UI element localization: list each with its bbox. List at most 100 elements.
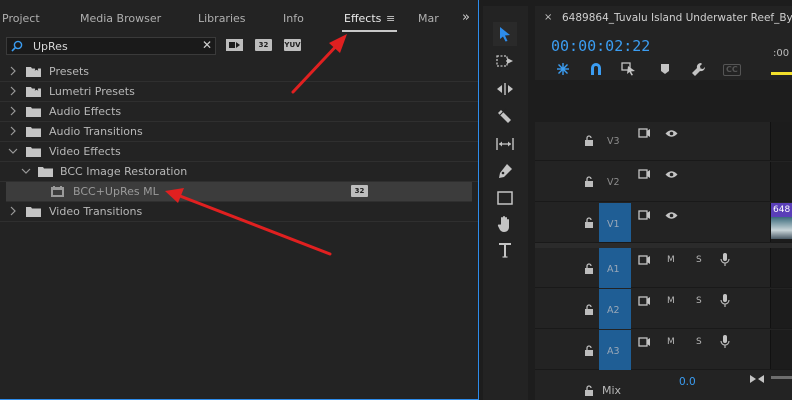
eye-icon[interactable] — [665, 211, 678, 220]
chevron-right-icon[interactable] — [8, 126, 18, 136]
snap-toggle[interactable] — [588, 62, 604, 76]
track-select-tool[interactable] — [493, 49, 517, 73]
track-name-a1[interactable]: A1 — [607, 264, 620, 275]
timeline-panel: × 6489864_Tuvalu Island Underwater Reef_… — [535, 6, 792, 400]
chevron-down-icon[interactable] — [21, 166, 31, 176]
eye-icon[interactable] — [665, 129, 678, 138]
tab-media-browser[interactable]: Media Browser — [80, 12, 161, 25]
lock-icon[interactable] — [584, 176, 594, 187]
tree-item-video-transitions[interactable]: Video Transitions — [0, 202, 478, 222]
sync-lock-icon[interactable] — [638, 296, 651, 306]
mute-button[interactable]: M — [667, 255, 675, 265]
track-a3: A3 M S — [535, 330, 792, 370]
tab-markers[interactable]: Mar — [418, 12, 439, 25]
tree-item-label: Audio Transitions — [49, 125, 143, 138]
playhead-timecode[interactable]: 00:00:02:22 — [551, 37, 650, 55]
microphone-icon[interactable] — [720, 294, 730, 307]
pen-tool[interactable] — [493, 159, 517, 183]
tab-info[interactable]: Info — [283, 12, 304, 25]
track-name-a2[interactable]: A2 — [607, 305, 620, 316]
chevron-right-icon[interactable] — [8, 66, 18, 76]
mix-track-label: Mix — [602, 384, 622, 397]
effects-search-input[interactable] — [33, 38, 193, 54]
marker-icon — [661, 64, 669, 74]
lock-icon[interactable] — [584, 217, 594, 228]
solo-button[interactable]: S — [696, 255, 702, 265]
razor-tool[interactable] — [493, 104, 517, 128]
tree-item-label: Video Transitions — [49, 205, 143, 218]
tree-item-audio-effects[interactable]: Audio Effects — [0, 102, 478, 122]
tree-item-bcc-upres-ml[interactable]: BCC+UpRes ML 32 — [6, 182, 472, 202]
type-tool[interactable] — [493, 238, 517, 262]
filter-32bit-button[interactable]: 32 — [255, 39, 272, 51]
track-v3-content[interactable] — [770, 122, 792, 160]
sync-lock-icon[interactable] — [638, 169, 651, 179]
selection-tool[interactable] — [493, 22, 517, 46]
work-area-bar[interactable] — [771, 72, 792, 75]
tree-item-audio-transitions[interactable]: Audio Transitions — [0, 122, 478, 142]
pen-icon — [499, 164, 512, 178]
nest-toggle[interactable] — [555, 62, 571, 76]
lock-icon[interactable] — [584, 385, 594, 396]
ruler-time-label: :00 — [773, 48, 790, 59]
panel-tab-bar: Project Media Browser Libraries Info Eff… — [0, 0, 478, 34]
tree-item-presets[interactable]: Presets — [0, 62, 478, 82]
close-sequence-icon[interactable]: × — [544, 12, 552, 23]
panel-menu-icon[interactable]: ≡ — [386, 12, 395, 25]
chevron-right-icon[interactable] — [8, 86, 18, 96]
ripple-edit-tool[interactable] — [493, 77, 517, 101]
go-to-edit-icon[interactable] — [750, 374, 764, 384]
tree-item-label: Presets — [49, 65, 90, 78]
track-a1-content[interactable] — [770, 248, 792, 287]
track-a3-content[interactable] — [770, 330, 792, 369]
sync-lock-icon[interactable] — [638, 128, 651, 138]
chevron-down-icon[interactable] — [8, 146, 18, 156]
tab-libraries[interactable]: Libraries — [198, 12, 246, 25]
track-name-v3[interactable]: V3 — [607, 136, 620, 147]
tree-item-video-effects[interactable]: Video Effects — [0, 142, 478, 162]
sync-lock-icon[interactable] — [638, 210, 651, 220]
track-name-v1[interactable]: V1 — [607, 219, 620, 230]
chevron-right-icon[interactable] — [8, 206, 18, 216]
hand-tool[interactable] — [493, 212, 517, 236]
track-name-a3[interactable]: A3 — [607, 346, 620, 357]
track-name-v2[interactable]: V2 — [607, 177, 620, 188]
mute-button[interactable]: M — [667, 296, 675, 306]
sync-lock-icon[interactable] — [638, 255, 651, 265]
sequence-tab-title[interactable]: 6489864_Tuvalu Island Underwater Reef_By… — [562, 12, 792, 24]
lock-icon[interactable] — [584, 263, 594, 274]
solo-button[interactable]: S — [696, 296, 702, 306]
microphone-icon[interactable] — [720, 253, 730, 266]
tree-item-lumetri-presets[interactable]: Lumetri Presets — [0, 82, 478, 102]
lock-icon[interactable] — [584, 304, 594, 315]
timeline-settings-button[interactable] — [690, 62, 706, 76]
microphone-icon[interactable] — [720, 335, 730, 348]
lock-icon[interactable] — [584, 345, 594, 356]
clear-search-icon[interactable]: ✕ — [202, 38, 212, 52]
track-v1: V1 648 — [535, 203, 792, 243]
chevron-right-icon[interactable] — [8, 106, 18, 116]
solo-button[interactable]: S — [696, 337, 702, 347]
sync-lock-icon[interactable] — [638, 337, 651, 347]
linked-selection-toggle[interactable] — [621, 62, 637, 76]
track-select-icon — [496, 55, 513, 67]
tab-effects[interactable]: Effects — [344, 12, 381, 25]
add-marker-button[interactable] — [657, 62, 673, 76]
mute-button[interactable]: M — [667, 337, 675, 347]
rectangle-tool[interactable] — [493, 186, 517, 210]
eye-icon[interactable] — [665, 170, 678, 179]
tab-overflow-icon[interactable]: » — [462, 10, 470, 25]
captions-button[interactable]: CC — [723, 64, 741, 76]
tree-item-bcc-image-restoration[interactable]: BCC Image Restoration — [0, 162, 478, 182]
slip-tool[interactable] — [493, 132, 517, 156]
lock-icon[interactable] — [584, 135, 594, 146]
video-clip-label: 648 — [773, 205, 791, 215]
accelerated-effects-filter-icon[interactable] — [226, 39, 243, 51]
search-icon — [11, 40, 23, 52]
track-a2: A2 M S — [535, 289, 792, 329]
mix-volume-value[interactable]: 0.0 — [679, 376, 696, 388]
tab-project[interactable]: Project — [2, 12, 40, 25]
track-v2-content[interactable] — [770, 162, 792, 201]
filter-yuv-button[interactable]: YUV — [284, 39, 301, 51]
track-a2-content[interactable] — [770, 289, 792, 328]
